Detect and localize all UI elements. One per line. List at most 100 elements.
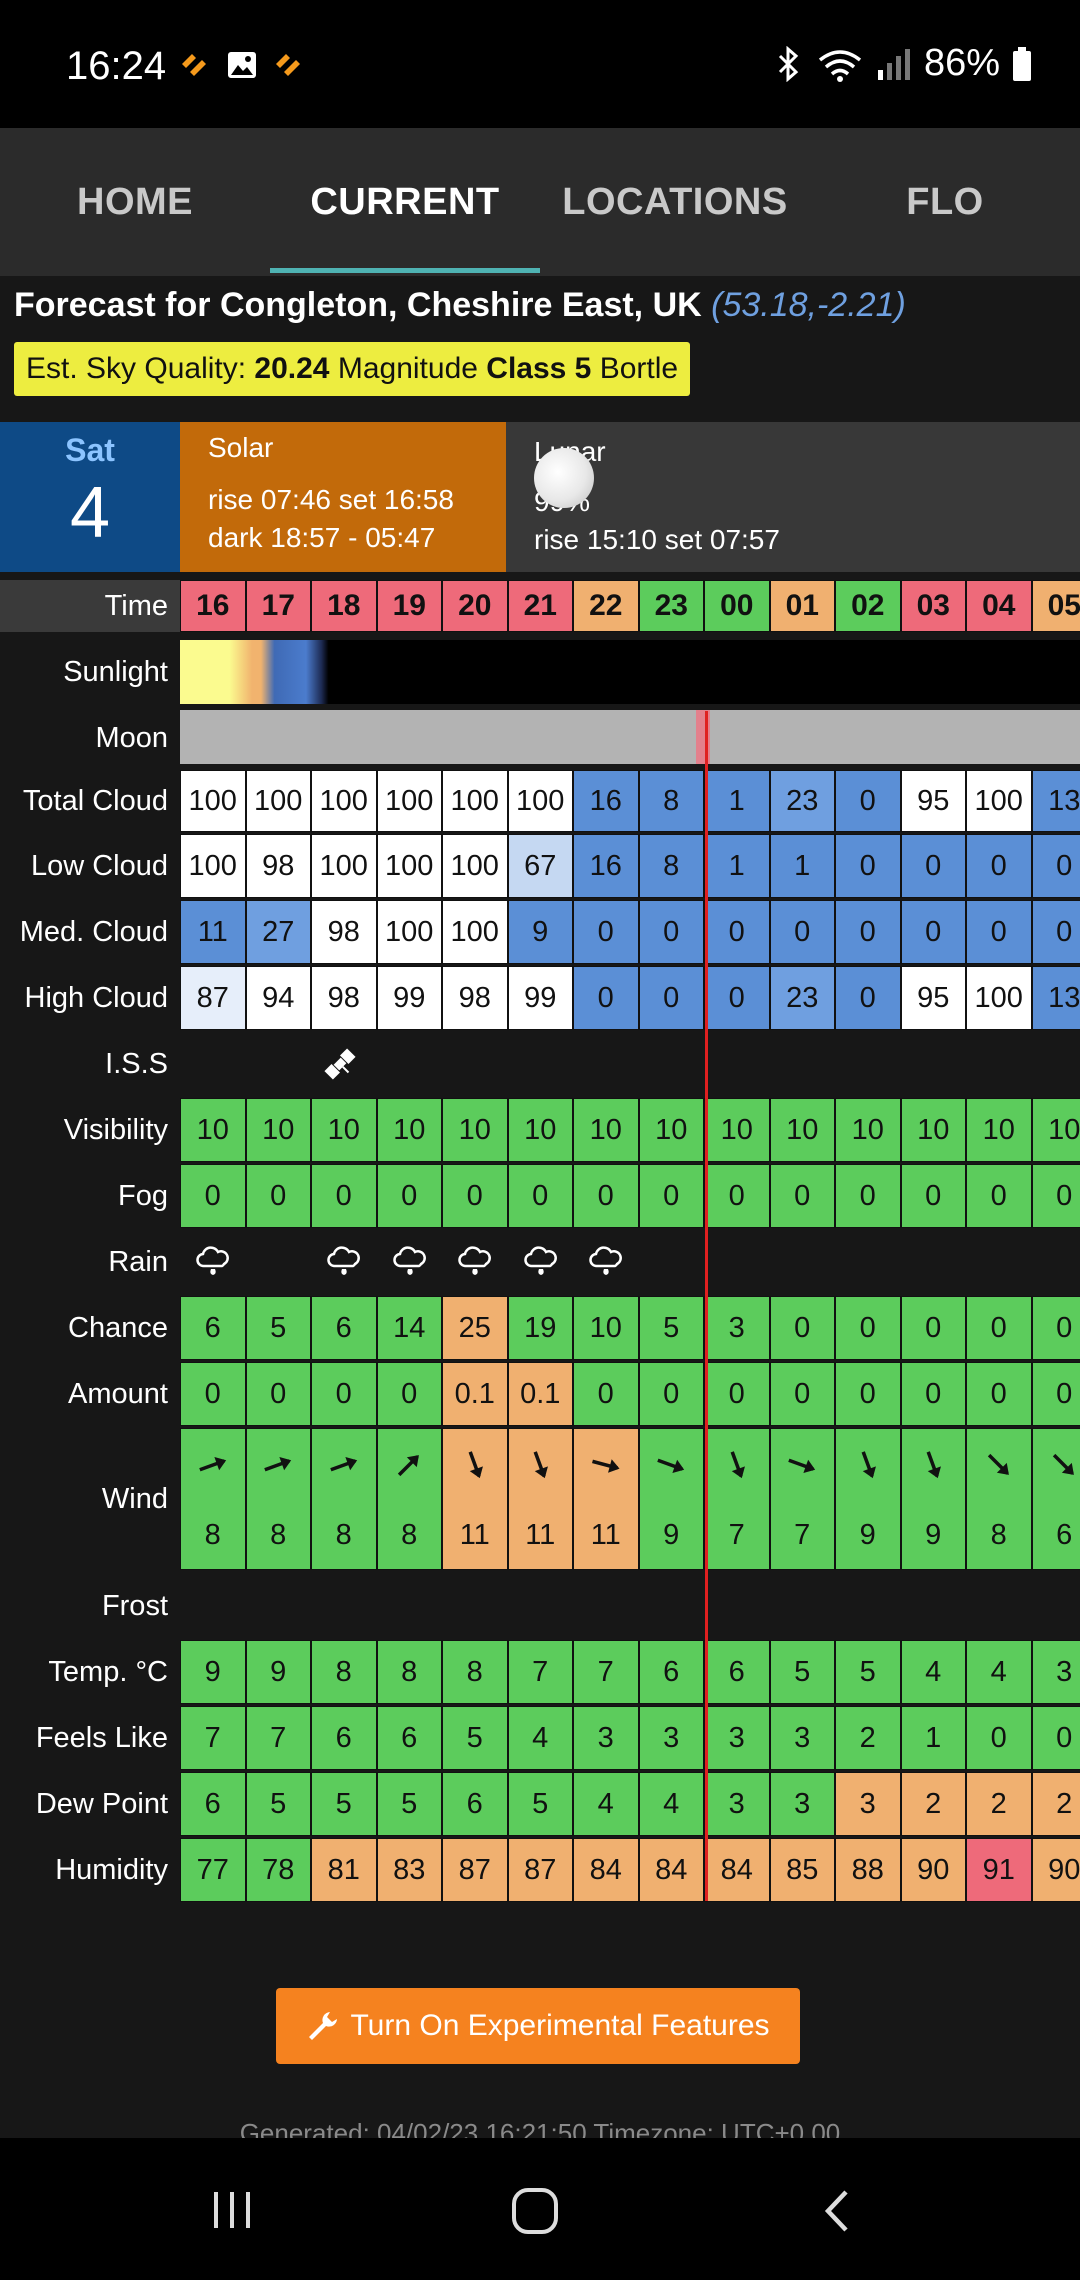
rain-cloud-icon (196, 1246, 229, 1275)
sky-quality-label: Est. Sky Quality: (26, 352, 247, 385)
total-cloud-cell: 13 (1031, 770, 1080, 832)
high-cloud-cell: 13 (1031, 966, 1080, 1030)
recents-icon[interactable] (208, 2188, 258, 2232)
wind-cell: 11 (442, 1428, 508, 1570)
wind-row-label: Wind (101, 1483, 168, 1515)
visibility-cell: 10 (966, 1098, 1032, 1162)
total-cloud-cell: 8 (638, 770, 704, 832)
location-name: Forecast for Congleton, Cheshire East, U… (14, 286, 702, 324)
temp-cell: 7 (507, 1640, 573, 1704)
fog-cell: 0 (507, 1164, 573, 1228)
wind-speed: 9 (925, 1518, 942, 1551)
temp-cell: 8 (442, 1640, 508, 1704)
amount-cell: 0 (638, 1362, 704, 1426)
amount-cell: 0 (180, 1362, 246, 1426)
chance-cell: 14 (376, 1296, 442, 1360)
total-cloud-row-label: Total Cloud (22, 785, 168, 817)
experimental-features-label: Turn On Experimental Features (350, 2009, 770, 2042)
high-cloud-cell: 23 (769, 966, 835, 1030)
total-cloud-cell: 100 (311, 770, 377, 832)
home-icon[interactable] (510, 2186, 560, 2236)
humidity-cell: 87 (442, 1838, 508, 1902)
dew-point-cell: 2 (900, 1772, 966, 1836)
fog-cell: 0 (704, 1164, 770, 1228)
wind-cell: 8 (311, 1428, 377, 1570)
bortle-label: Bortle (599, 352, 679, 385)
wind-cell: 7 (704, 1428, 770, 1570)
day-box: Sat 4 (0, 422, 180, 572)
sky-quality-badge: Est. Sky Quality: 20.24 Magnitude Class … (14, 342, 691, 396)
back-icon[interactable] (822, 2188, 852, 2234)
fog-cell: 0 (1031, 1164, 1080, 1228)
fog-cell: 0 (835, 1164, 901, 1228)
dew-point-cell: 3 (835, 1772, 901, 1836)
sunlight-row-label: Sunlight (63, 656, 168, 688)
dew-point-cell: 2 (1031, 1772, 1080, 1836)
chance-cell: 0 (900, 1296, 966, 1360)
battery-icon (1013, 46, 1031, 81)
satellite-icon[interactable] (321, 1045, 359, 1083)
feels-like-cell: 1 (900, 1706, 966, 1770)
wind-cell: 11 (573, 1428, 639, 1570)
dew-point-cell: 4 (573, 1772, 639, 1836)
humidity-cell: 84 (638, 1838, 704, 1902)
amount-cell: 0.1 (442, 1362, 508, 1426)
high-cloud-cell: 0 (835, 966, 901, 1030)
low-cloud-cell: 0 (1031, 834, 1080, 898)
med-cloud-cell: 98 (311, 900, 377, 964)
feels-like-cell: 6 (311, 1706, 377, 1770)
wind-cell: 6 (1031, 1428, 1080, 1570)
total-cloud-cell: 100 (180, 770, 246, 832)
low-cloud-cell: 0 (966, 834, 1032, 898)
fog-row-label: Fog (118, 1180, 168, 1212)
amount-row-label: Amount (68, 1378, 168, 1410)
app-notification-icon (276, 54, 300, 76)
feels-like-cell: 0 (1031, 1706, 1080, 1770)
low-cloud-cell: 16 (573, 834, 639, 898)
high-cloud-cell: 99 (507, 966, 573, 1030)
wind-cell: 8 (376, 1428, 442, 1570)
low-cloud-cell: 67 (507, 834, 573, 898)
experimental-features-button[interactable]: Turn On Experimental Features (276, 1988, 800, 2064)
feels-like-cell: 0 (966, 1706, 1032, 1770)
high-cloud-cell: 87 (180, 966, 246, 1030)
visibility-cell: 10 (507, 1098, 573, 1162)
sunlight-bar (180, 640, 1080, 704)
tab-bar: HOME CURRENT LOCATIONS FLO (0, 128, 1080, 276)
tab-home[interactable]: HOME (0, 128, 270, 276)
astro-info-band: Sat 4 Solar rise 07:46 set 16:58 dark 18… (0, 422, 1080, 572)
wind-cell: 9 (638, 1428, 704, 1570)
humidity-cell: 90 (900, 1838, 966, 1902)
wind-speed: 11 (590, 1518, 621, 1551)
med-cloud-cell: 11 (180, 900, 246, 964)
wind-direction-arrow-icon (987, 1454, 1009, 1476)
chance-cell: 10 (573, 1296, 639, 1360)
feels-like-cell: 2 (835, 1706, 901, 1770)
time-row-label: Time (0, 580, 180, 632)
app-notification-icon (182, 54, 206, 76)
feels-like-cell: 4 (507, 1706, 573, 1770)
tab-flo[interactable]: FLO (810, 128, 1080, 276)
tab-locations[interactable]: LOCATIONS (540, 128, 810, 276)
wind-cell: 11 (507, 1428, 573, 1570)
wind-direction-arrow-icon (198, 1457, 226, 1472)
humidity-cell: 77 (180, 1838, 246, 1902)
wind-direction-arrow-icon (788, 1458, 816, 1474)
lunar-rise-set: rise 15:10 set 07:57 (534, 524, 780, 555)
dew-point-row-label: Dew Point (35, 1788, 168, 1820)
dew-point-cell: 6 (180, 1772, 246, 1836)
current-time-line (705, 711, 708, 1901)
wind-direction-arrow-icon (926, 1451, 942, 1479)
visibility-cell: 10 (311, 1098, 377, 1162)
moon-row-label: Moon (95, 722, 168, 754)
med-cloud-cell: 0 (769, 900, 835, 964)
chance-cell: 5 (245, 1296, 311, 1360)
visibility-cell: 10 (573, 1098, 639, 1162)
med-cloud-cell: 27 (245, 900, 311, 964)
low-cloud-cell: 0 (835, 834, 901, 898)
tab-current[interactable]: CURRENT (270, 128, 540, 276)
amount-cell: 0 (769, 1362, 835, 1426)
high-cloud-cell: 99 (376, 966, 442, 1030)
dew-point-cell: 5 (376, 1772, 442, 1836)
lunar-info: Lunar 99% rise 15:10 set 07:57 (506, 422, 1080, 572)
